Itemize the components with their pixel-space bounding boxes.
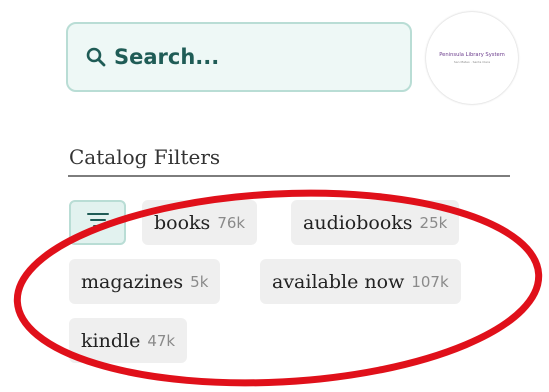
- chip-count: 25k: [419, 213, 448, 232]
- section-divider: [68, 175, 510, 177]
- chip-count: 5k: [190, 272, 209, 291]
- filter-chip-kindle[interactable]: kindle 47k: [69, 318, 188, 363]
- filter-chip-books[interactable]: books 76k: [142, 200, 258, 245]
- chip-label: available now: [272, 270, 405, 293]
- filter-chip-audiobooks[interactable]: audiobooks 25k: [291, 200, 460, 245]
- chip-count: 76k: [217, 213, 246, 232]
- catalog-filters-title: Catalog Filters: [69, 145, 221, 169]
- filter-lines-icon: [86, 212, 109, 233]
- search-icon: [86, 47, 106, 67]
- chip-count: 47k: [147, 331, 176, 350]
- filter-toggle-button[interactable]: [69, 200, 126, 245]
- catalog-screen: Search... Peninsula Library System San M…: [0, 0, 549, 392]
- chip-count: 107k: [411, 272, 449, 291]
- chip-label: audiobooks: [303, 211, 413, 234]
- chip-label: books: [154, 211, 211, 234]
- search-input[interactable]: Search...: [66, 22, 412, 92]
- filter-chip-available-now[interactable]: available now 107k: [260, 259, 461, 304]
- library-logo[interactable]: Peninsula Library System San Mateo · San…: [426, 12, 518, 104]
- search-placeholder: Search...: [114, 45, 220, 69]
- filter-chip-magazines[interactable]: magazines 5k: [69, 259, 221, 304]
- logo-subtitle: San Mateo · Santa Clara: [453, 60, 491, 64]
- logo-title: Peninsula Library System: [439, 52, 505, 58]
- chip-label: kindle: [81, 329, 141, 352]
- chip-label: magazines: [81, 270, 184, 293]
